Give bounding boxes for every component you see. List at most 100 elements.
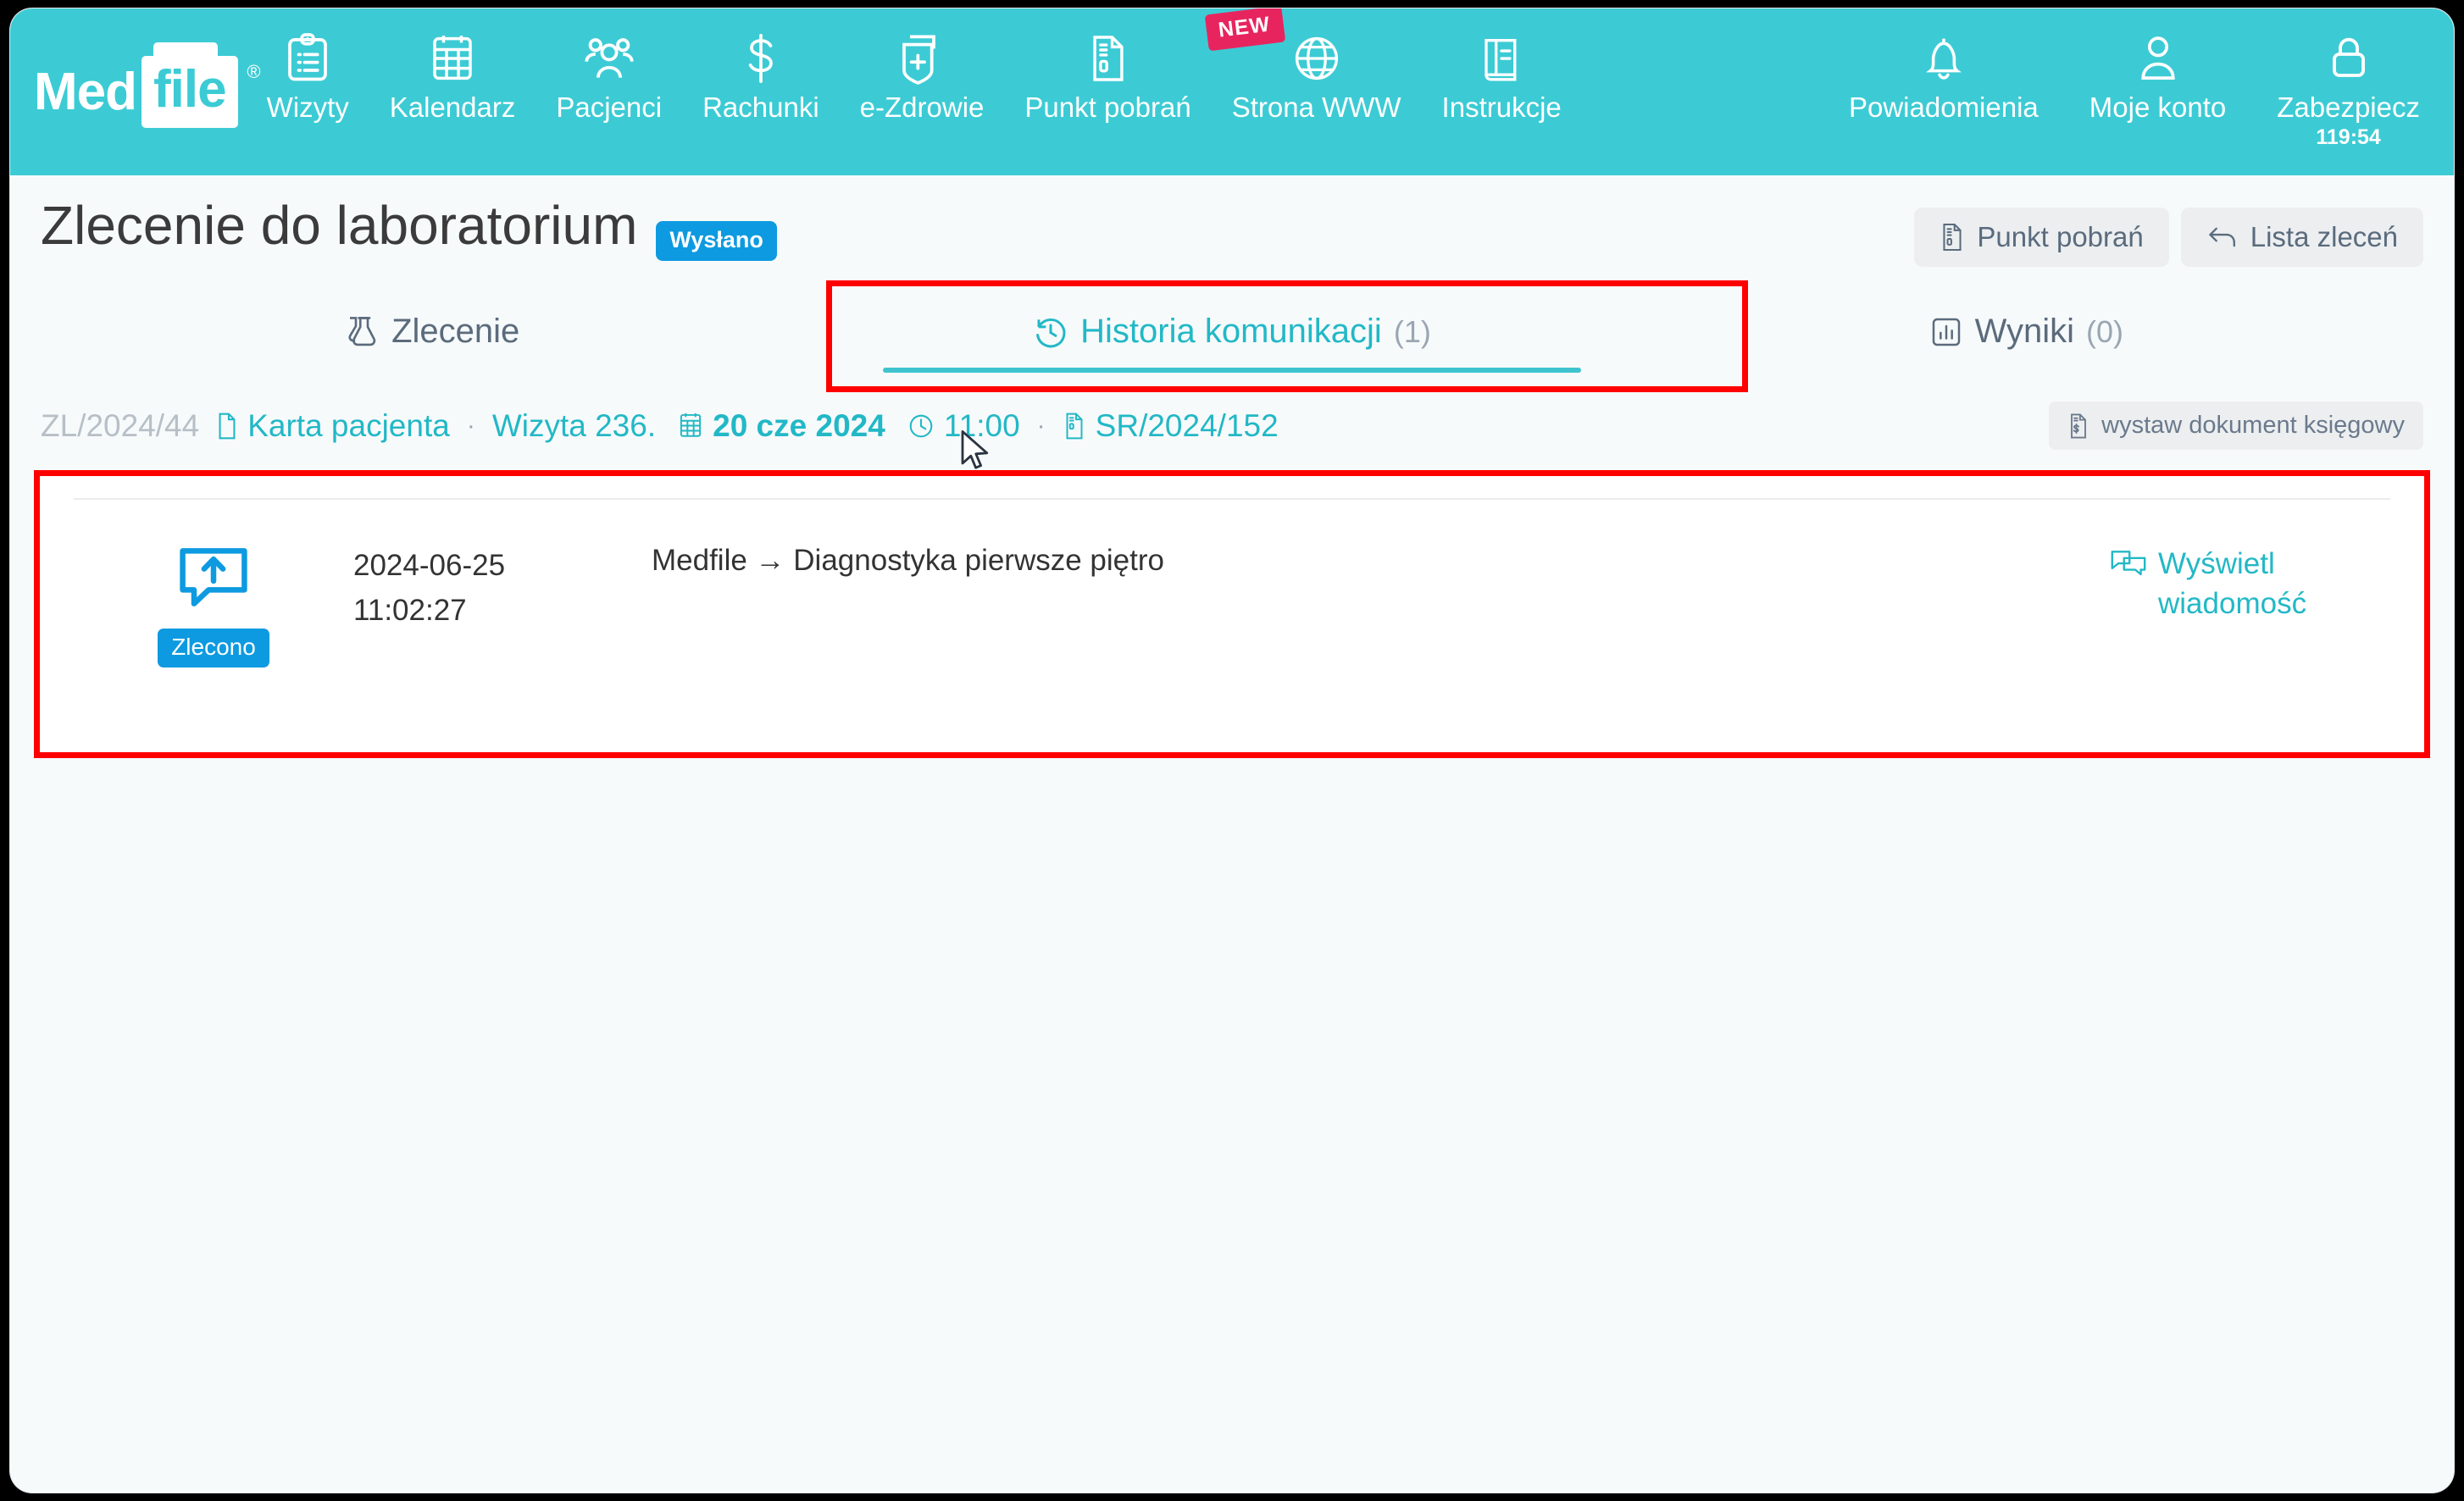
nav-item-rachunki[interactable]: Rachunki bbox=[682, 8, 840, 124]
visit-date: 20 cze 2024 bbox=[678, 408, 885, 444]
book-icon bbox=[1479, 32, 1524, 85]
upload-message-icon bbox=[175, 539, 253, 617]
nav-label-punkt-pobran: Punkt pobrań bbox=[1024, 91, 1191, 123]
bell-icon bbox=[1921, 32, 1967, 85]
nav-item-e-zdrowie[interactable]: e-Zdrowie bbox=[840, 8, 1005, 124]
nav-label-wizyty: Wizyty bbox=[266, 91, 349, 123]
patient-card-label: Karta pacjenta bbox=[247, 407, 450, 443]
tab-zlecenie[interactable]: Zlecenie bbox=[41, 291, 835, 376]
meta-separator-1: · bbox=[466, 411, 475, 440]
view-message-link[interactable]: Wyświetl wiadomość bbox=[2111, 532, 2390, 624]
nav-item-powiadomienia[interactable]: Powiadomienia bbox=[1823, 8, 2064, 150]
nav-left-group: Wizyty Kalendarz Pacjenci Rachunki e-Zdr… bbox=[247, 8, 1582, 124]
nav-item-moje-konto[interactable]: Moje konto bbox=[2064, 8, 2251, 150]
document-reference-label: SR/2024/152 bbox=[1095, 407, 1279, 443]
nav-label-zabezpiecz: Zabezpiecz bbox=[2277, 91, 2420, 123]
nav-label-e-zdrowie: e-Zdrowie bbox=[859, 91, 985, 123]
message-route-cell: Medfile → Diagnostyka pierwsze piętro bbox=[652, 544, 1164, 577]
calendar-icon bbox=[678, 412, 703, 440]
nav-item-zabezpiecz[interactable]: Zabezpiecz 119:54 bbox=[2251, 8, 2445, 150]
history-icon bbox=[1033, 314, 1068, 350]
lock-icon bbox=[2328, 32, 2370, 85]
calendar-icon bbox=[429, 32, 476, 85]
tab-wyniki[interactable]: Wyniki (0) bbox=[1629, 291, 2423, 376]
nav-label-pacjenci: Pacjenci bbox=[556, 91, 663, 123]
document-reference-link[interactable]: SR/2024/152 bbox=[1063, 408, 1279, 444]
meta-actions: wystaw dokument księgowy bbox=[2049, 402, 2423, 450]
chat-bubbles-icon bbox=[2111, 544, 2146, 579]
nav-items-container: Wizyty Kalendarz Pacjenci Rachunki e-Zdr… bbox=[247, 8, 2454, 175]
medfile-logo[interactable]: Med file ® bbox=[10, 8, 261, 175]
nav-label-powiadomienia: Powiadomienia bbox=[1848, 91, 2039, 123]
flask-icon bbox=[344, 314, 380, 350]
nav-label-kalendarz: Kalendarz bbox=[389, 91, 516, 123]
header-actions: Punkt pobrań Lista zleceń bbox=[1914, 208, 2423, 267]
nav-right-group: Powiadomienia Moje konto Zabezpiecz 119:… bbox=[1823, 8, 2454, 150]
application-window: Med file ® Wizyty Kalendarz Pacjenci Rac… bbox=[10, 8, 2454, 1493]
patient-card-link[interactable]: Karta pacjenta bbox=[216, 408, 450, 444]
nav-label-rachunki: Rachunki bbox=[702, 91, 819, 123]
wystaw-dokument-ksiegowy-button[interactable]: wystaw dokument księgowy bbox=[2049, 402, 2423, 450]
tab-historia-komunikacji[interactable]: Historia komunikacji (1) bbox=[835, 291, 1629, 376]
document-icon bbox=[1940, 222, 1965, 252]
globe-icon bbox=[1292, 32, 1341, 85]
nav-label-instrukcje: Instrukcje bbox=[1441, 91, 1562, 123]
tab-label-zlecenie: Zlecenie bbox=[391, 313, 520, 350]
logo-text-file: file bbox=[142, 42, 238, 128]
user-icon bbox=[2136, 32, 2180, 85]
wystaw-dokument-ksiegowy-label: wystaw dokument księgowy bbox=[2101, 412, 2405, 439]
communication-history-card: Zlecono 2024-06-25 11:02:27 Medfile → Di… bbox=[34, 470, 2430, 758]
top-navigation-bar: Med file ® Wizyty Kalendarz Pacjenci Rac… bbox=[10, 8, 2454, 175]
page-content: Zlecenie do laboratorium Wysłano Punkt p… bbox=[10, 175, 2454, 758]
lista-zlecen-button[interactable]: Lista zleceń bbox=[2180, 208, 2423, 267]
message-status-cell: Zlecono bbox=[74, 532, 353, 667]
page-header-row: Zlecenie do laboratorium Wysłano Punkt p… bbox=[10, 175, 2454, 469]
nav-item-pacjenci[interactable]: Pacjenci bbox=[536, 8, 682, 124]
communication-history-card-wrapper: Zlecono 2024-06-25 11:02:27 Medfile → Di… bbox=[34, 470, 2430, 758]
tab-count-historia: (1) bbox=[1393, 313, 1431, 349]
document-icon bbox=[1063, 412, 1086, 440]
invoice-icon bbox=[2067, 413, 2089, 440]
message-timestamp-cell: 2024-06-25 11:02:27 bbox=[353, 532, 633, 633]
status-badge: Wysłano bbox=[656, 221, 777, 261]
order-id: ZL/2024/44 bbox=[41, 407, 200, 443]
clipboard-icon bbox=[284, 32, 331, 85]
users-icon bbox=[583, 32, 635, 85]
document-icon bbox=[1087, 32, 1129, 85]
chart-icon bbox=[1929, 315, 1963, 349]
visit-link[interactable]: Wizyta 236. bbox=[492, 408, 656, 444]
message-time: 11:02:27 bbox=[353, 593, 467, 627]
nav-item-instrukcje[interactable]: Instrukcje bbox=[1422, 8, 1582, 124]
new-badge: NEW bbox=[1204, 8, 1286, 52]
visit-time-label: 11:00 bbox=[943, 407, 1020, 443]
message-status-badge: Zlecono bbox=[158, 629, 269, 667]
nav-item-strona-www[interactable]: NEW Strona WWW bbox=[1204, 8, 1422, 124]
communication-history-inner: Zlecono 2024-06-25 11:02:27 Medfile → Di… bbox=[40, 476, 2424, 701]
logo-text-med: Med bbox=[34, 63, 137, 121]
tab-bar: Zlecenie Historia komunikacji (1) Wyniki… bbox=[41, 280, 2423, 392]
meta-separator-2: · bbox=[1036, 411, 1046, 440]
medical-card-icon bbox=[898, 32, 946, 85]
nav-label-strona-www: Strona WWW bbox=[1231, 91, 1401, 123]
tab-count-wyniki: (0) bbox=[2086, 313, 2124, 349]
lista-zlecen-button-label: Lista zleceń bbox=[2250, 221, 2398, 252]
back-arrow-icon bbox=[2206, 224, 2239, 251]
nav-item-kalendarz[interactable]: Kalendarz bbox=[369, 8, 536, 124]
page-title: Zlecenie do laboratorium bbox=[41, 195, 638, 256]
nav-item-punkt-pobran[interactable]: Punkt pobrań bbox=[1004, 8, 1211, 124]
tab-label-historia: Historia komunikacji bbox=[1080, 313, 1382, 350]
view-message-label: Wyświetl wiadomość bbox=[2158, 547, 2307, 621]
order-meta-row: ZL/2024/44 Karta pacjenta · Wizyta 236. bbox=[41, 402, 2423, 450]
table-row: Zlecono 2024-06-25 11:02:27 Medfile → Di… bbox=[74, 500, 2390, 667]
nav-label-moje-konto: Moje konto bbox=[2089, 91, 2227, 123]
punkt-pobran-button-label: Punkt pobrań bbox=[1977, 221, 2144, 252]
document-icon bbox=[216, 412, 238, 440]
nav-item-wizyty[interactable]: Wizyty bbox=[247, 8, 369, 124]
tab-label-wyniki: Wyniki bbox=[1974, 313, 2075, 350]
session-timer: 119:54 bbox=[2316, 125, 2381, 149]
visit-label: Wizyta 236. bbox=[491, 407, 657, 443]
message-date: 2024-06-25 bbox=[353, 549, 506, 582]
punkt-pobran-button[interactable]: Punkt pobrań bbox=[1914, 208, 2169, 267]
visit-time: 11:00 bbox=[907, 408, 1020, 444]
dollar-icon bbox=[741, 32, 780, 85]
